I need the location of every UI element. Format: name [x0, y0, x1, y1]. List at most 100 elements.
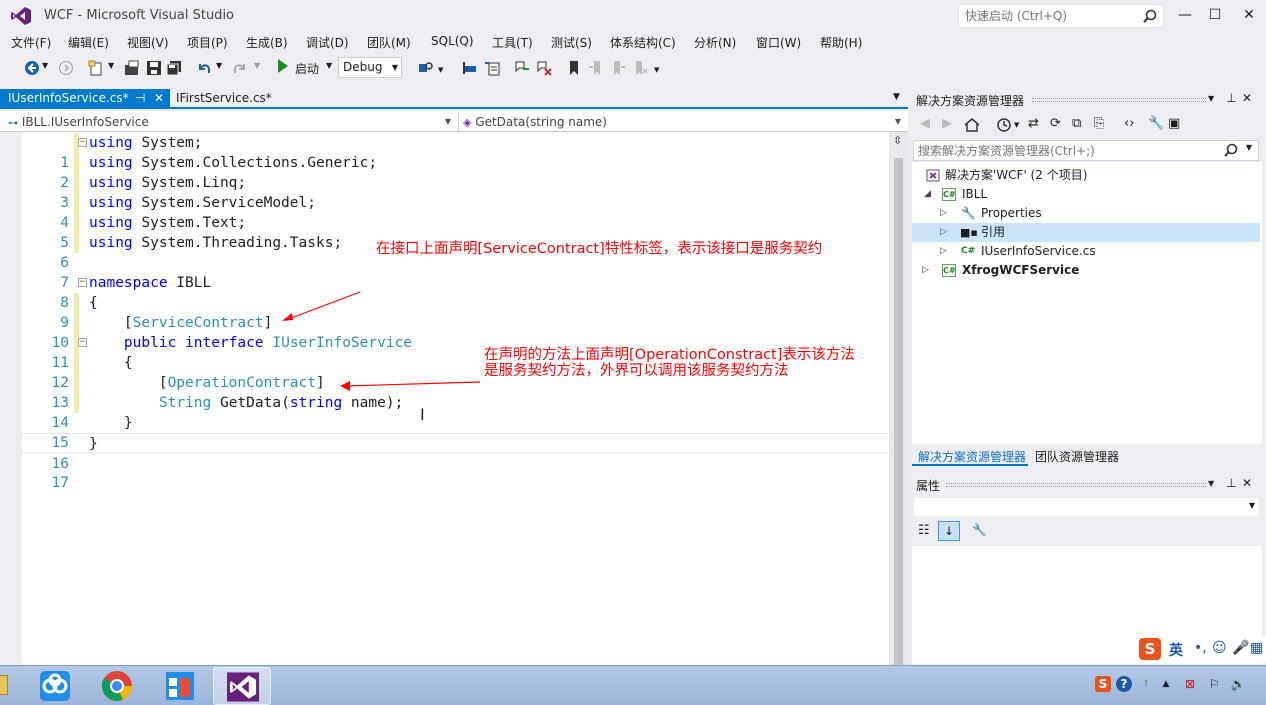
- split-window-icon[interactable]: ⇳: [893, 134, 905, 147]
- menu-view[interactable]: 视图(V): [127, 34, 169, 51]
- editor-vertical-scrollbar[interactable]: ⇳: [889, 132, 908, 684]
- menu-tools[interactable]: 工具(T): [492, 34, 533, 51]
- collapsed-arrow-icon[interactable]: ▷: [940, 204, 947, 223]
- back-icon[interactable]: ◀: [920, 116, 930, 131]
- volume-icon[interactable]: 🔈: [1230, 676, 1246, 692]
- taskbar-cloud-app[interactable]: [27, 667, 85, 705]
- menu-team[interactable]: 团队(M): [367, 34, 411, 51]
- tree-item-properties[interactable]: ▷ 🔧 Properties: [912, 204, 1260, 223]
- show-hidden-icons-icon[interactable]: ▲: [1158, 676, 1174, 692]
- tab-ifirstservice[interactable]: IFirstService.cs*: [168, 89, 272, 109]
- menu-file[interactable]: 文件(F): [11, 34, 51, 51]
- chevron-down-icon[interactable]: ▼: [42, 61, 48, 70]
- close-tab-icon[interactable]: ✕: [154, 89, 164, 108]
- collapsed-arrow-icon[interactable]: ▷: [922, 261, 929, 280]
- show-all-files-icon[interactable]: ⎘: [1094, 116, 1104, 131]
- sogou-tray-icon[interactable]: S: [1095, 676, 1111, 692]
- remove-comment-icon[interactable]: [536, 60, 552, 76]
- navigate-forward-icon[interactable]: [58, 60, 74, 76]
- forward-icon[interactable]: ▶: [942, 116, 952, 131]
- insert-comment-icon[interactable]: [514, 60, 530, 76]
- undo-icon[interactable]: [196, 60, 212, 76]
- property-pages-icon[interactable]: 🔧: [972, 523, 987, 537]
- chevron-down-icon[interactable]: ▼: [1208, 479, 1214, 488]
- tree-item-xfrogwcfservice[interactable]: ▷ C# XfrogWCFService: [912, 261, 1260, 280]
- redo-icon[interactable]: [232, 60, 248, 76]
- properties-object-selector[interactable]: ▼: [913, 497, 1259, 517]
- menu-window[interactable]: 窗口(W): [756, 34, 801, 51]
- pin-icon[interactable]: ⊥: [1226, 91, 1236, 105]
- menu-sql[interactable]: SQL(Q): [431, 34, 474, 48]
- chevron-down-icon[interactable]: ▼: [216, 61, 222, 70]
- type-selector[interactable]: ⊶ IBLL.IUserInfoService ▼: [8, 113, 454, 131]
- history-icon[interactable]: [996, 117, 1012, 133]
- chevron-down-icon[interactable]: ▼: [1014, 121, 1019, 129]
- save-all-icon[interactable]: [166, 60, 182, 76]
- tree-item-ibll[interactable]: ◢ C# IBLL: [912, 185, 1260, 204]
- action-center-icon[interactable]: ⚐: [1206, 676, 1222, 692]
- tab-team-explorer[interactable]: 团队资源管理器: [1035, 448, 1119, 465]
- tab-iuserinfoservice[interactable]: IUserInfoService.cs* ⊣ ✕: [0, 89, 170, 109]
- view-code-icon[interactable]: ‹›: [1124, 116, 1134, 131]
- solution-search-input[interactable]: [914, 141, 1214, 160]
- clear-bookmarks-icon[interactable]: [632, 60, 648, 76]
- tray-options-icon[interactable]: ⁝: [1138, 676, 1154, 692]
- scrollbar-thumb[interactable]: [894, 158, 903, 684]
- chevron-down-icon[interactable]: ▼: [108, 61, 114, 70]
- refresh-icon[interactable]: ⟳: [1050, 116, 1061, 131]
- open-file-icon[interactable]: [124, 60, 140, 76]
- taskbar-app[interactable]: [151, 667, 209, 705]
- minimize-button[interactable]: —: [1170, 4, 1200, 26]
- chevron-down-icon[interactable]: ▼: [326, 61, 332, 70]
- menu-edit[interactable]: 编辑(E): [68, 34, 109, 51]
- menu-analyze[interactable]: 分析(N): [694, 34, 736, 51]
- properties-wrench-icon[interactable]: 🔧: [1148, 116, 1164, 131]
- close-window-button[interactable]: ✕: [1234, 4, 1264, 26]
- pin-icon[interactable]: ⊥: [1226, 476, 1236, 490]
- solution-explorer-icon[interactable]: [462, 60, 478, 76]
- bookmark-icon[interactable]: [566, 60, 582, 76]
- collapse-icon[interactable]: −: [78, 278, 87, 287]
- chevron-down-icon[interactable]: ▼: [254, 61, 260, 70]
- chevron-down-icon[interactable]: ▼: [438, 66, 443, 74]
- taskbar-chrome[interactable]: [89, 667, 147, 705]
- properties-window-icon[interactable]: [484, 60, 500, 76]
- sogou-logo-icon[interactable]: S: [1139, 638, 1161, 660]
- previous-bookmark-icon[interactable]: [588, 60, 604, 76]
- tab-solution-explorer[interactable]: 解决方案资源管理器: [918, 448, 1026, 465]
- tree-item-solution[interactable]: 解决方案'WCF' (2 个项目): [912, 166, 1260, 185]
- navigate-back-icon[interactable]: [24, 60, 40, 76]
- menu-project[interactable]: 项目(P): [187, 34, 228, 51]
- chevron-down-icon[interactable]: ▼: [654, 66, 659, 74]
- tabs-dropdown-icon[interactable]: ▼: [893, 92, 900, 102]
- tree-item-iuserinfoservice[interactable]: ▷ C# IUserInfoService.cs: [912, 242, 1260, 261]
- menu-debug[interactable]: 调试(D): [306, 34, 349, 51]
- collapsed-arrow-icon[interactable]: ▷: [940, 223, 947, 242]
- punctuation-icon[interactable]: •,: [1194, 640, 1207, 656]
- chevron-down-icon[interactable]: ▼: [1208, 94, 1214, 103]
- maximize-button[interactable]: ☐: [1200, 4, 1230, 26]
- find-in-files-icon[interactable]: [418, 60, 434, 76]
- help-tray-icon[interactable]: ?: [1116, 676, 1132, 692]
- menu-test[interactable]: 测试(S): [551, 34, 592, 51]
- new-project-icon[interactable]: [88, 60, 104, 76]
- search-icon[interactable]: [1224, 143, 1238, 157]
- alphabetical-icon[interactable]: ↓: [938, 521, 960, 541]
- menu-help[interactable]: 帮助(H): [820, 34, 862, 51]
- pin-icon[interactable]: ⊣: [135, 89, 145, 108]
- close-icon[interactable]: ✕: [1242, 91, 1252, 105]
- quick-launch-input[interactable]: [959, 5, 1139, 27]
- chevron-down-icon[interactable]: ▼: [1246, 143, 1252, 152]
- ime-mode-toggle[interactable]: 英: [1169, 640, 1183, 660]
- preview-icon[interactable]: ▣: [1168, 116, 1180, 131]
- quick-launch-box[interactable]: [958, 4, 1164, 28]
- categorized-icon[interactable]: ☷: [918, 523, 930, 538]
- taskbar-explorer[interactable]: [0, 667, 18, 705]
- solution-configuration-select[interactable]: Debug ▼: [338, 57, 402, 78]
- panel-grip[interactable]: [946, 483, 1206, 487]
- save-icon[interactable]: [146, 60, 162, 76]
- tree-item-references[interactable]: ▷ ■▪ 引用: [912, 223, 1260, 242]
- home-icon[interactable]: [964, 117, 980, 133]
- expanded-arrow-icon[interactable]: ◢: [924, 185, 931, 204]
- collapsed-arrow-icon[interactable]: ▷: [940, 242, 947, 261]
